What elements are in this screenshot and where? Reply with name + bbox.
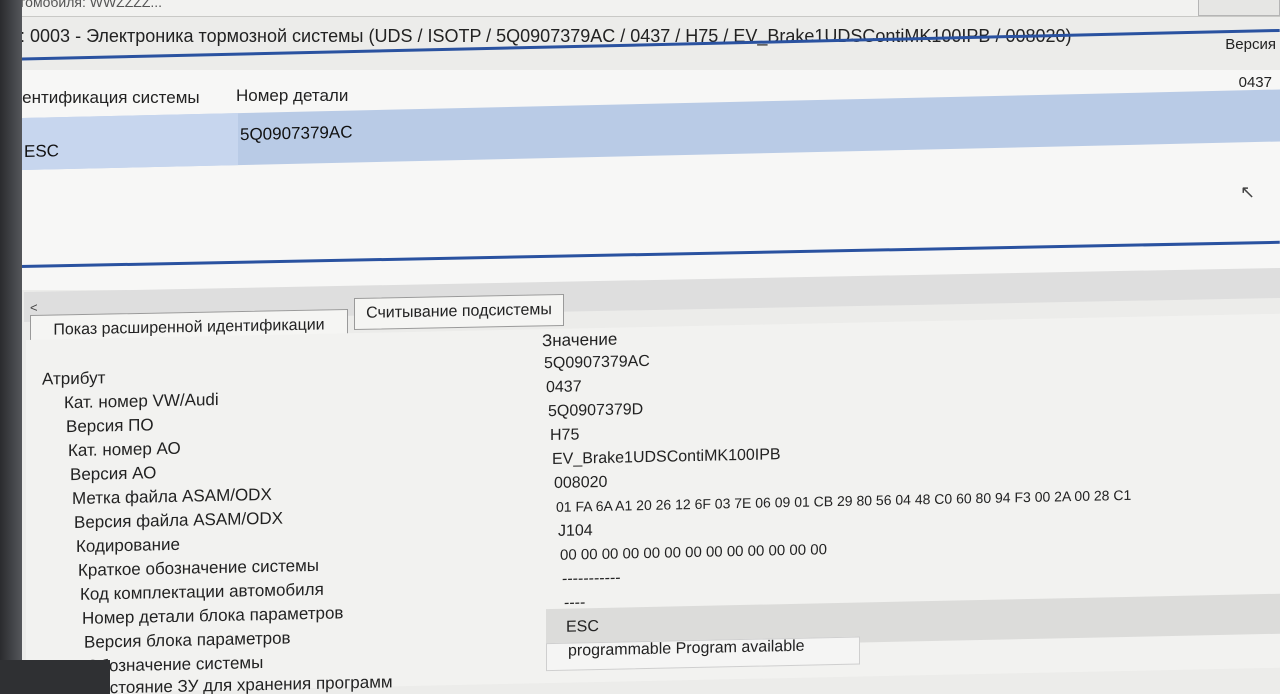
attr-value: 5Q0907379D (548, 401, 644, 421)
attr-label: Метка файла ASAM/ODX (72, 484, 272, 509)
attr-label: Код комплектации автомобиля (80, 579, 324, 604)
value-column-header[interactable]: Значение (542, 330, 617, 352)
read-subsystem-button[interactable]: Считывание подсистемы (354, 293, 564, 331)
top-button[interactable] (1198, 0, 1280, 16)
attr-label: Кодирование (76, 534, 180, 556)
screen-bezel (0, 0, 22, 694)
row-part: 5Q0907379AC (240, 122, 353, 145)
attr-value: 01 FA 6A A1 20 26 12 6F 03 7E 06 09 01 C… (556, 486, 1132, 515)
attr-value: 00 00 00 00 00 00 00 00 00 00 00 00 00 (560, 541, 827, 564)
scroll-left-icon[interactable]: < (30, 300, 38, 315)
attr-column-header[interactable]: Атрибут (42, 368, 105, 389)
attr-value: H75 (550, 426, 580, 445)
mouse-cursor-icon: ↖ (1240, 182, 1256, 202)
top-bar: автомобиля: WWZZZZ... (0, 0, 1280, 17)
attr-value: ---- (564, 594, 586, 612)
col-part-number[interactable]: Номер детали (236, 86, 348, 106)
attr-label: Версия блока параметров (84, 628, 291, 652)
attr-value: ESC (566, 617, 599, 636)
attr-value: 5Q0907379AC (544, 352, 650, 373)
attr-label: Обозначение системы (86, 653, 264, 676)
attr-label: Версия ПО (66, 415, 154, 437)
vehicle-label: автомобиля: WWZZZZ... (4, 0, 163, 10)
attribute-table: Атрибут Значение Кат. номер VW/Audi 5Q09… (26, 313, 1280, 694)
screen-bezel-corner (0, 660, 110, 694)
attr-value: 008020 (554, 473, 608, 492)
attr-value: 0437 (546, 378, 582, 397)
attr-label: Кат. номер АО (68, 438, 181, 461)
attr-value: J104 (558, 522, 593, 540)
col-system-id[interactable]: Идентификация системы (0, 88, 200, 108)
attr-value: ----------- (562, 569, 621, 588)
identification-grid: Идентификация системы Номер детали 0437 … (0, 70, 1280, 290)
row-version-value: 0437 (1238, 74, 1272, 91)
attr-label: Номер детали блока параметров (82, 603, 344, 628)
version-column-header: Версия (1225, 36, 1276, 53)
row-system: ESC (24, 141, 59, 161)
module-title-bar: 01: 0003 - Электроника тормозной системы… (0, 22, 1280, 56)
attr-label: Версия файла ASAM/ODX (74, 508, 283, 532)
diagnostic-screen: автомобиля: WWZZZZ... 01: 0003 - Электро… (0, 0, 1280, 694)
attr-label: Версия АО (70, 463, 157, 485)
attr-value: EV_Brake1UDSContiMK100IPB (552, 446, 781, 468)
attr-label: Кат. номер VW/Audi (64, 389, 219, 413)
attr-label: Краткое обозначение системы (78, 555, 320, 580)
